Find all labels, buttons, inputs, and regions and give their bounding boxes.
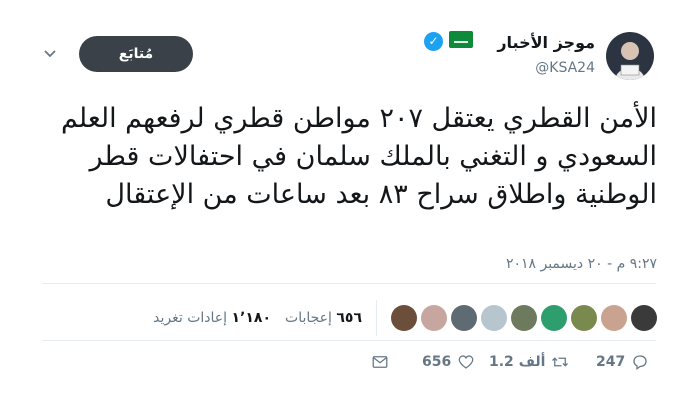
liker-avatar[interactable] [541, 305, 567, 331]
divider [42, 340, 656, 341]
likes-stat-count: ٦٥٦ [336, 310, 362, 326]
liker-avatar[interactable] [511, 305, 537, 331]
liker-avatar[interactable] [421, 305, 447, 331]
retweet-count: 1.2 ألف [489, 354, 546, 370]
retweets-stat-count: ١٬١٨٠ [231, 310, 272, 326]
account-name[interactable]: موجز الأخبار [497, 33, 595, 52]
verified-badge-icon: ✓ [424, 32, 443, 51]
chevron-down-icon[interactable] [40, 46, 60, 66]
likes-stat[interactable]: ٦٥٦ إعجابات [285, 310, 362, 326]
reply-icon [633, 355, 647, 371]
stats-separator [376, 300, 377, 336]
liker-avatar[interactable] [451, 305, 477, 331]
envelope-icon [372, 356, 388, 368]
like-button[interactable]: 656 [422, 353, 475, 371]
reply-count: 247 [596, 354, 626, 370]
liker-avatar[interactable] [571, 305, 597, 331]
divider [42, 283, 656, 284]
reply-button[interactable]: 247 [596, 353, 649, 371]
tweet-text: الأمن القطري يعتقل ٢٠٧ مواطن قطري لرفعهم… [60, 103, 657, 210]
retweet-icon [552, 357, 569, 367]
retweets-stat-label: إعادات تغريد [153, 310, 228, 326]
heart-icon [458, 355, 474, 369]
likes-stat-label: إعجابات [285, 310, 332, 326]
saudi-flag-icon [449, 31, 473, 48]
liker-avatar[interactable] [631, 305, 657, 331]
liker-avatars [391, 305, 657, 331]
liker-avatar[interactable] [481, 305, 507, 331]
avatar-image [606, 32, 654, 80]
profile-avatar[interactable] [606, 32, 654, 80]
direct-message-button[interactable] [371, 353, 389, 371]
like-count: 656 [422, 354, 452, 370]
liker-avatar[interactable] [391, 305, 417, 331]
retweets-stat[interactable]: ١٬١٨٠ إعادات تغريد [153, 310, 271, 326]
tweet-timestamp[interactable]: ٩:٢٧ م - ٢٠ ديسمبر ٢٠١٨ [506, 256, 657, 272]
account-handle[interactable]: @KSA24 [535, 60, 595, 76]
following-button[interactable]: مُتابَع [79, 36, 193, 72]
retweet-button[interactable]: 1.2 ألف [489, 353, 569, 371]
liker-avatar[interactable] [601, 305, 627, 331]
tweet-stats: ١٬١٨٠ إعادات تغريد ٦٥٦ إعجابات [153, 300, 657, 336]
